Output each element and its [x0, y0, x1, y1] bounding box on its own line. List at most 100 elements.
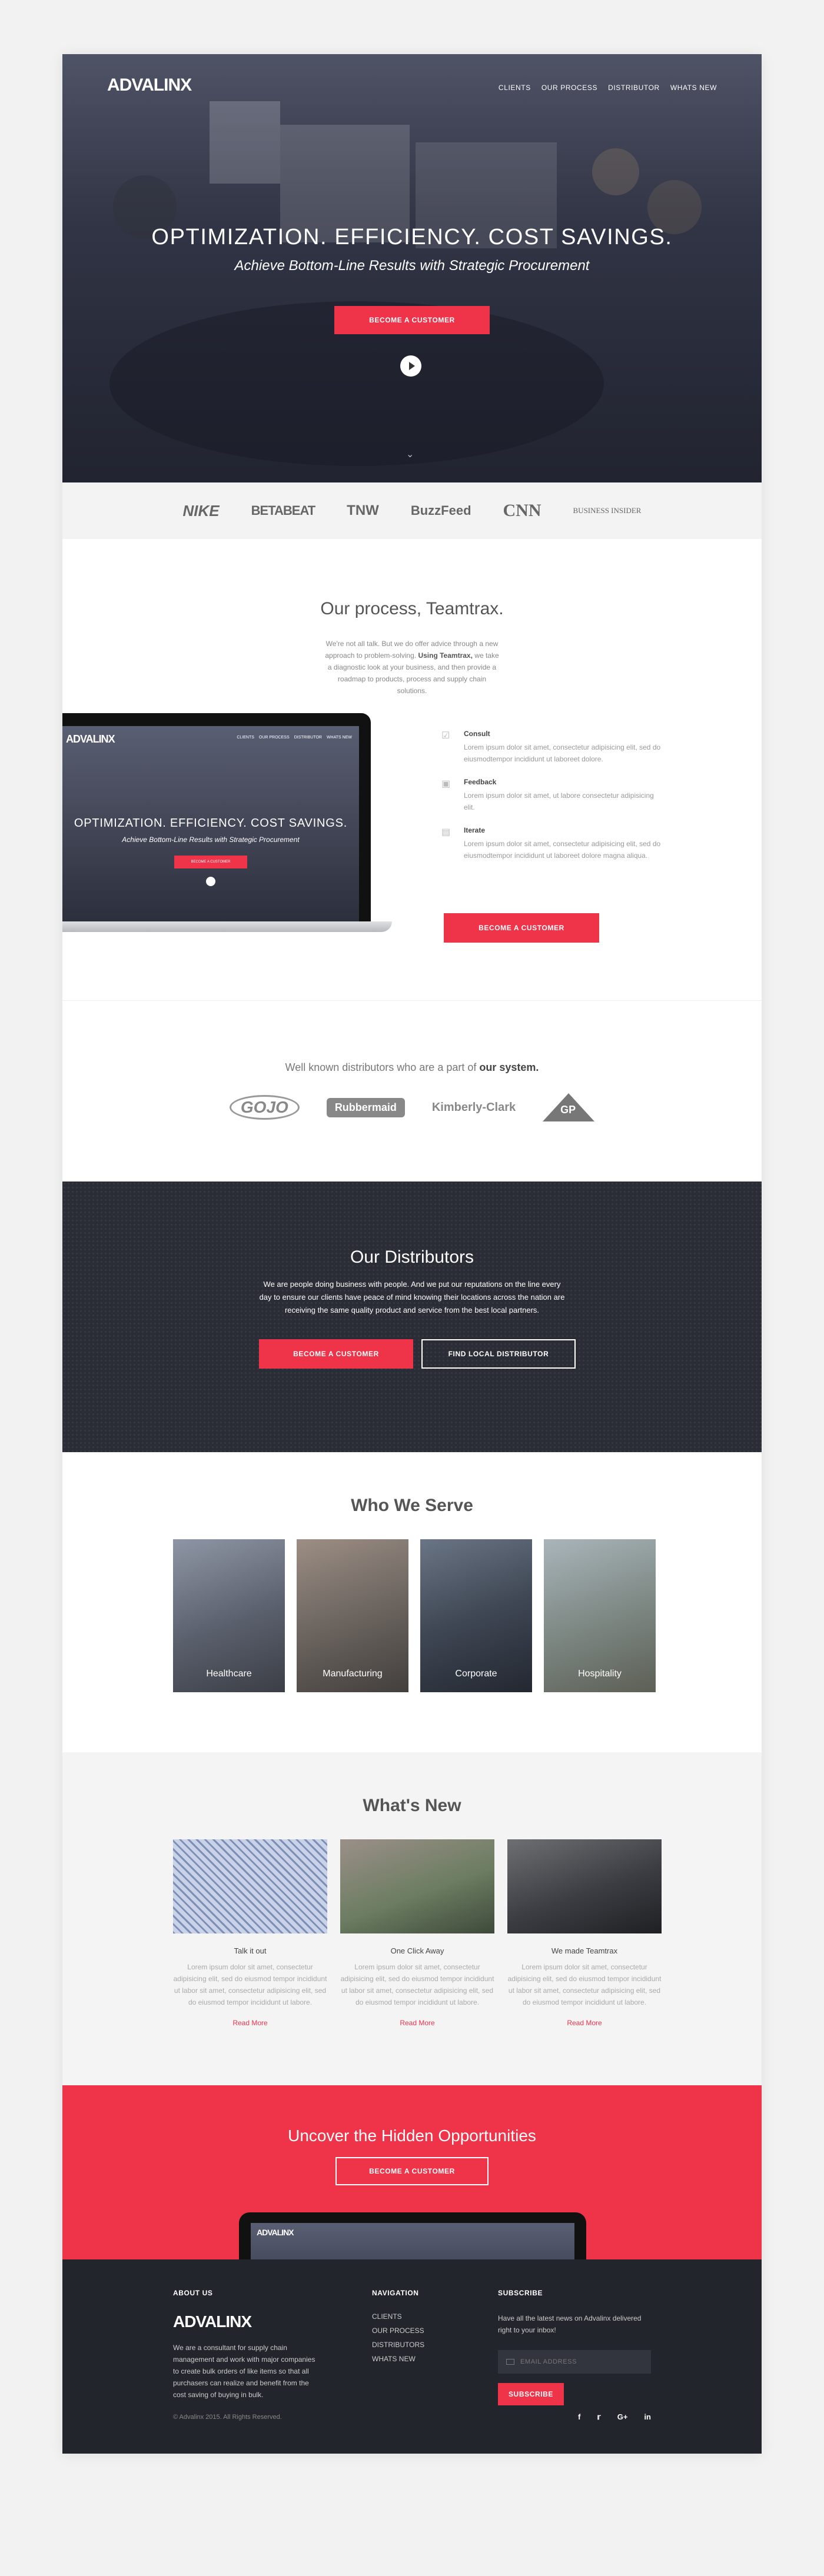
- mail-icon: [506, 2359, 514, 2365]
- tile-label: Healthcare: [206, 1669, 252, 1679]
- nav-link-our-process[interactable]: OUR PROCESS: [541, 84, 597, 92]
- main-nav: CLIENTS OUR PROCESS DISTRIBUTOR WHATS NE…: [499, 84, 717, 92]
- footer-link-distributors[interactable]: DISTRIBUTORS: [372, 2341, 490, 2349]
- nav-link-whats-new[interactable]: WHATS NEW: [670, 84, 717, 92]
- laptop-subheadline: Achieve Bottom-Line Results with Strateg…: [122, 836, 300, 844]
- serve-tile-healthcare[interactable]: Healthcare: [173, 1539, 285, 1692]
- laptop-nav-item: DISTRIBUTOR: [294, 735, 322, 740]
- distributors-become-customer-button[interactable]: BECOME A CUSTOMER: [259, 1339, 413, 1369]
- twitter-icon[interactable]: 𝕣: [597, 2412, 600, 2422]
- email-field-wrapper: [498, 2350, 651, 2374]
- process-intro-bold: Using Teamtrax,: [418, 651, 473, 660]
- cta-laptop-logo: ADVALINX: [257, 2228, 294, 2237]
- laptop-nav-item: CLIENTS: [237, 735, 254, 740]
- step-text: Lorem ipsum dolor sit amet, consectetur …: [464, 840, 661, 860]
- post-excerpt: Lorem ipsum dolor sit amet, consectetur …: [340, 1963, 494, 2006]
- laptop-nav-item: OUR PROCESS: [258, 735, 290, 740]
- tile-label: Hospitality: [578, 1669, 622, 1679]
- social-links: f 𝕣 G+ in: [578, 2412, 651, 2422]
- partner-logo-kimberly-clark: Kimberly-Clark: [431, 1100, 516, 1114]
- read-more-link[interactable]: Read More: [340, 2019, 494, 2027]
- laptop-play-icon: [206, 877, 215, 886]
- serve-tile-corporate[interactable]: Corporate: [420, 1539, 532, 1692]
- hero-section: ADVALINX CLIENTS OUR PROCESS DISTRIBUTOR…: [62, 54, 762, 482]
- cta-band-become-customer-button[interactable]: BECOME A CUSTOMER: [335, 2157, 489, 2185]
- linkedin-icon[interactable]: in: [644, 2412, 651, 2422]
- footer-link-clients[interactable]: CLIENTS: [372, 2312, 490, 2321]
- serve-tile-manufacturing[interactable]: Manufacturing: [297, 1539, 408, 1692]
- hero-subheadline: Achieve Bottom-Line Results with Strateg…: [234, 258, 590, 274]
- partner-logos: GOJO Rubbermaid Kimberly-Clark GP: [62, 1090, 762, 1125]
- post-image[interactable]: [173, 1839, 327, 1933]
- cta-band-title: Uncover the Hidden Opportunities: [288, 2126, 536, 2145]
- footer: ABOUT US ADVALINX We are a consultant fo…: [62, 2259, 762, 2454]
- serve-title: Who We Serve: [351, 1496, 473, 1515]
- find-local-distributor-button[interactable]: FIND LOCAL DISTRIBUTOR: [421, 1339, 576, 1369]
- read-more-link[interactable]: Read More: [507, 2019, 662, 2027]
- footer-link-whats-new[interactable]: WHATS NEW: [372, 2355, 490, 2363]
- news-title: What's New: [363, 1796, 461, 1815]
- laptop-nav: CLIENTS OUR PROCESS DISTRIBUTOR WHATS NE…: [237, 735, 352, 740]
- laptop-cta: BECOME A CUSTOMER: [174, 856, 247, 868]
- scroll-down-chevron-icon[interactable]: ⌄: [406, 448, 414, 460]
- nav-link-clients[interactable]: CLIENTS: [499, 84, 531, 92]
- post-image[interactable]: [507, 1839, 662, 1933]
- footer-nav-heading: NAVIGATION: [372, 2289, 419, 2297]
- partner-logo-rubbermaid: Rubbermaid: [326, 1097, 405, 1117]
- laptop-screen: ADVALINX CLIENTS OUR PROCESS DISTRIBUTOR…: [62, 713, 371, 921]
- footer-subscribe-heading: SUBSCRIBE: [498, 2289, 543, 2297]
- divider: [62, 1000, 762, 1001]
- process-step-iterate: ▤ Iterate Lorem ipsum dolor sit amet, co…: [441, 826, 665, 861]
- subscribe-button[interactable]: SUBSCRIBE: [498, 2383, 564, 2405]
- step-title: Feedback: [464, 778, 497, 786]
- post-title[interactable]: One Click Away: [340, 1946, 494, 1955]
- nav-link-distributor[interactable]: DISTRIBUTOR: [608, 84, 660, 92]
- serve-tile-hospitality[interactable]: Hospitality: [544, 1539, 656, 1692]
- partner-logo-gp: GP: [543, 1093, 595, 1121]
- post-image[interactable]: [340, 1839, 494, 1933]
- footer-link-our-process[interactable]: OUR PROCESS: [372, 2327, 490, 2335]
- press-logos-bar: NIKE BETABEAT TNW BuzzFeed CNN BUSINESS …: [62, 482, 762, 539]
- partners-title-bold: our system.: [479, 1061, 539, 1073]
- press-logo-cnn: CNN: [503, 501, 541, 520]
- cta-laptop-screen: ADVALINX: [251, 2223, 574, 2259]
- news-post: We made Teamtrax Lorem ipsum dolor sit a…: [507, 1839, 662, 2027]
- laptop-brand-logo: ADVALINX: [66, 733, 115, 745]
- step-title: Consult: [464, 730, 490, 738]
- hero-become-customer-button[interactable]: BECOME A CUSTOMER: [334, 306, 490, 334]
- hero-headline: OPTIMIZATION. EFFICIENCY. COST SAVINGS.: [151, 225, 673, 249]
- cta-laptop-mockup: ADVALINX: [239, 2212, 586, 2259]
- page: ADVALINX CLIENTS OUR PROCESS DISTRIBUTOR…: [62, 54, 762, 2454]
- process-steps: ☑ Consult Lorem ipsum dolor sit amet, co…: [441, 730, 665, 874]
- serve-tiles: Healthcare Manufacturing Corporate Hospi…: [173, 1539, 656, 1692]
- google-plus-icon[interactable]: G+: [617, 2412, 628, 2422]
- partner-logo-gp-text: GP: [560, 1104, 576, 1116]
- process-become-customer-button[interactable]: BECOME A CUSTOMER: [444, 913, 599, 943]
- process-step-consult: ☑ Consult Lorem ipsum dolor sit amet, co…: [441, 730, 665, 765]
- press-logo-business-insider: BUSINESS INSIDER: [573, 506, 642, 515]
- tile-label: Corporate: [455, 1669, 497, 1679]
- facebook-icon[interactable]: f: [578, 2412, 580, 2422]
- footer-about-text: We are a consultant for supply chain man…: [173, 2344, 315, 2399]
- footer-about: ABOUT US ADVALINX We are a consultant fo…: [173, 2289, 320, 2401]
- distributors-title: Our Distributors: [350, 1247, 474, 1267]
- post-excerpt: Lorem ipsum dolor sit amet, consectetur …: [507, 1963, 662, 2006]
- footer-navigation: NAVIGATION CLIENTS OUR PROCESS DISTRIBUT…: [372, 2289, 490, 2369]
- laptop-screen-content: ADVALINX CLIENTS OUR PROCESS DISTRIBUTOR…: [62, 726, 359, 921]
- process-title: Our process, Teamtrax.: [320, 599, 504, 618]
- monitor-icon: ▣: [441, 779, 451, 789]
- post-excerpt: Lorem ipsum dolor sit amet, consectetur …: [173, 1963, 327, 2006]
- brand-logo[interactable]: ADVALINX: [107, 75, 192, 95]
- step-text: Lorem ipsum dolor sit amet, consectetur …: [464, 743, 661, 763]
- news-post: Talk it out Lorem ipsum dolor sit amet, …: [173, 1839, 327, 2027]
- play-video-icon[interactable]: [400, 355, 421, 377]
- copyright: © Advalinx 2015. All Rights Reserved.: [173, 2414, 282, 2421]
- email-input[interactable]: [520, 2358, 638, 2365]
- footer-brand-logo[interactable]: ADVALINX: [173, 2312, 320, 2331]
- post-title[interactable]: Talk it out: [173, 1946, 327, 1955]
- news-posts: Talk it out Lorem ipsum dolor sit amet, …: [173, 1839, 662, 2027]
- post-title[interactable]: We made Teamtrax: [507, 1946, 662, 1955]
- read-more-link[interactable]: Read More: [173, 2019, 327, 2027]
- tile-label: Manufacturing: [323, 1669, 383, 1679]
- laptop-mockup: ADVALINX CLIENTS OUR PROCESS DISTRIBUTOR…: [62, 713, 392, 937]
